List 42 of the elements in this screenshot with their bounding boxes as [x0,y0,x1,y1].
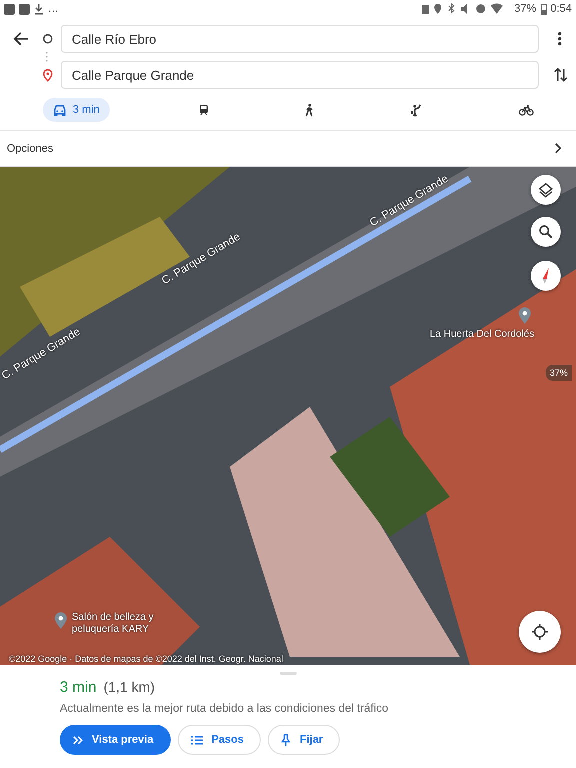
notification-icon [4,4,15,14]
battery-icon [540,4,547,14]
zoom-percent-badge: 37% [546,365,572,381]
compass-icon [541,267,551,285]
dotted-line-icon [46,52,48,62]
notification-icon [19,4,30,14]
list-icon [190,736,203,744]
search-icon [539,225,553,239]
route-description: Actualmente es la mejor ruta debido a las condiciones del tráfico [60,703,390,715]
swap-icon[interactable] [554,67,568,83]
battery-percent: 37% [514,3,537,15]
car-icon [53,104,67,116]
steps-button[interactable]: Pasos [178,725,261,755]
drag-handle[interactable] [280,672,297,675]
preview-button[interactable]: Vista previa [60,725,171,755]
back-icon[interactable] [13,31,29,47]
bicycle-icon [518,104,534,116]
more-notifications: … [48,3,59,15]
route-distance: (1,1 km) [104,679,156,695]
place-label[interactable]: Salón de belleza y peluquería KARY [72,612,154,635]
origin-field[interactable]: Calle Río Ebro [61,25,539,53]
place-label[interactable]: La Huerta Del Cordolés [430,329,534,340]
destination-pin-icon [43,68,53,82]
origin-circle-icon [43,34,53,44]
pin-button[interactable]: Fijar [268,725,340,755]
travel-mode-tab[interactable]: 3 min [43,98,110,122]
layers-icon [538,182,554,198]
more-options-icon[interactable] [558,32,562,46]
clock: 0:54 [550,3,572,15]
place-pin-icon[interactable] [54,612,68,630]
route-duration: 3 min [60,679,97,696]
place-pin-icon[interactable] [518,307,532,325]
download-icon [34,3,44,15]
walking-person-icon [305,104,314,116]
location-target-icon [531,623,549,641]
train-icon [198,104,209,116]
chevron-right-icon [555,143,562,154]
person-hailing-icon [411,104,422,116]
pushpin-icon [280,734,291,746]
destination-field[interactable]: Calle Parque Grande [61,61,539,89]
map-copyright: ©2022 Google · Datos de mapas de ©2022 del Inst. Geogr. Nacional [9,654,284,664]
double-chevron-icon [73,736,83,744]
